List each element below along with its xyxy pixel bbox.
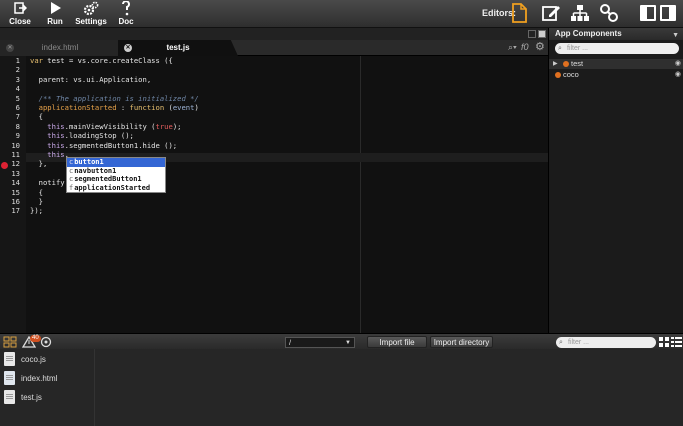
function-list-icon[interactable]: f0 bbox=[521, 42, 529, 52]
import-file-button[interactable]: Import file bbox=[367, 336, 427, 348]
tab-close-icon[interactable]: ✕ bbox=[6, 44, 14, 52]
search-icon: ⌕ bbox=[558, 45, 562, 52]
autocomplete-item[interactable]: cnavbutton1 bbox=[67, 167, 165, 176]
link-icon[interactable] bbox=[599, 3, 619, 23]
chevron-down-icon: ▼ bbox=[345, 340, 351, 346]
play-icon bbox=[37, 1, 73, 17]
component-icon bbox=[563, 61, 569, 67]
file-icon[interactable] bbox=[510, 3, 530, 23]
file-item-coco-js[interactable]: coco.js bbox=[0, 351, 95, 369]
search-icon[interactable]: ⌕▾ bbox=[508, 42, 517, 53]
bottom-toolbar: 40 / ▼ Import file Import directory ⌕ fi… bbox=[0, 333, 683, 349]
html-file-icon bbox=[4, 371, 15, 385]
disclosure-triangle-icon[interactable]: ▶ bbox=[553, 59, 558, 69]
files-filter-input[interactable]: ⌕ filter ... bbox=[556, 337, 656, 348]
code-editor[interactable]: 1 var test = vs.core.createClass ({ 2 3 p… bbox=[0, 56, 548, 333]
autocomplete-item[interactable]: fapplicationStarted bbox=[67, 184, 165, 193]
file-item-test-js[interactable]: test.js bbox=[0, 389, 95, 407]
js-file-icon bbox=[4, 352, 15, 366]
close-icon bbox=[2, 1, 38, 17]
component-item-coco[interactable]: coco ◉ bbox=[549, 70, 683, 80]
tab-index-html[interactable]: ✕ index.html bbox=[0, 40, 120, 56]
autocomplete-popup: cbutton1 cnavbutton1 csegmentedButton1 f… bbox=[66, 157, 166, 193]
editor-split-divider[interactable] bbox=[360, 56, 361, 333]
file-item-index-html[interactable]: index.html bbox=[0, 370, 95, 388]
settings-button[interactable]: Settings bbox=[73, 1, 109, 27]
import-directory-button[interactable]: Import directory bbox=[430, 336, 493, 348]
file-column: coco.js index.html test.js bbox=[0, 349, 95, 426]
components-filter-input[interactable]: ⌕ filter ... bbox=[555, 43, 679, 54]
hierarchy-icon[interactable] bbox=[570, 3, 590, 23]
panel-title: App Components ▼ bbox=[549, 28, 683, 40]
file-browser: coco.js index.html test.js bbox=[0, 349, 683, 426]
layout-left-icon[interactable] bbox=[640, 5, 656, 21]
component-item-test[interactable]: ▶ test ◉ bbox=[549, 59, 683, 69]
path-select[interactable]: / ▼ bbox=[285, 337, 355, 348]
js-file-icon bbox=[4, 390, 15, 404]
split-toggle-active-icon[interactable] bbox=[538, 30, 546, 38]
autocomplete-item[interactable]: cbutton1 bbox=[67, 158, 165, 167]
eye-icon[interactable]: ◉ bbox=[675, 59, 681, 69]
close-button[interactable]: Close bbox=[2, 1, 38, 27]
main-toolbar: Close Run Settings Doc Editors: bbox=[0, 0, 683, 28]
tab-close-icon[interactable]: ✕ bbox=[124, 44, 132, 52]
doc-icon bbox=[108, 0, 144, 17]
autocomplete-item[interactable]: csegmentedButton1 bbox=[67, 175, 165, 184]
tab-test-js[interactable]: ✕ test.js bbox=[118, 40, 238, 56]
component-icon bbox=[555, 72, 561, 78]
run-button[interactable]: Run bbox=[37, 1, 73, 27]
editor-top-strip bbox=[0, 28, 548, 40]
doc-button[interactable]: Doc bbox=[108, 0, 144, 27]
app-components-panel: App Components ▼ ⌕ filter ... ▶ test ◉ c… bbox=[548, 28, 683, 333]
tab-bar: ✕ index.html ✕ test.js bbox=[0, 40, 548, 56]
gear-icon[interactable]: ⚙ bbox=[535, 40, 545, 53]
eye-icon[interactable]: ◉ bbox=[675, 70, 681, 80]
search-icon: ⌕ bbox=[559, 339, 563, 346]
gears-icon bbox=[73, 1, 109, 17]
layout-right-icon[interactable] bbox=[660, 5, 676, 21]
split-toggle-icon[interactable] bbox=[528, 30, 536, 38]
chevron-down-icon[interactable]: ▼ bbox=[672, 30, 679, 42]
pencil-icon[interactable] bbox=[541, 3, 561, 23]
